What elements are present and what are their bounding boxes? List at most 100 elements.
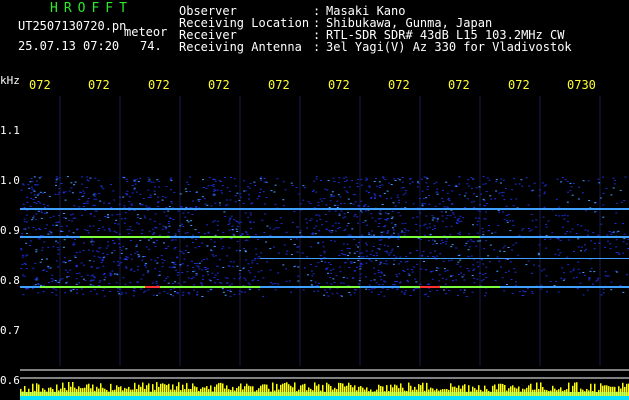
noise-dot: [195, 263, 198, 264]
noise-dot: [473, 193, 476, 195]
noise-dot: [129, 282, 132, 284]
volume-bar: [434, 390, 436, 396]
noise-dot: [259, 178, 262, 180]
noise-dot: [374, 198, 376, 200]
noise-dot: [201, 269, 204, 271]
noise-dot: [274, 283, 277, 285]
noise-dot: [110, 206, 113, 208]
noise-dot: [58, 177, 61, 179]
noise-dot: [523, 291, 526, 293]
volume-bar: [230, 389, 232, 396]
noise-dot: [341, 295, 343, 297]
noise-dot: [383, 226, 386, 228]
noise-dot: [317, 290, 320, 292]
noise-dot: [597, 277, 600, 279]
noise-dot: [273, 246, 275, 248]
volume-bar: [452, 386, 454, 396]
noise-dot: [390, 218, 393, 219]
noise-dot: [55, 224, 58, 226]
volume-bar: [248, 385, 250, 396]
noise-dot: [429, 252, 432, 254]
noise-dot: [26, 254, 29, 256]
volume-bar: [442, 389, 444, 396]
noise-dot: [337, 228, 340, 229]
noise-dot: [133, 187, 136, 189]
noise-dot: [578, 272, 581, 274]
noise-dot: [485, 211, 487, 213]
noise-dot: [315, 176, 318, 178]
noise-dot: [311, 275, 314, 277]
noise-dot: [48, 230, 51, 232]
volume-bar: [78, 386, 80, 396]
noise-dot: [618, 253, 621, 255]
volume-bar: [236, 388, 238, 396]
volume-bar: [458, 385, 460, 396]
noise-dot: [248, 198, 250, 200]
noise-dot: [353, 252, 356, 254]
noise-dot: [44, 206, 46, 208]
volume-bar: [514, 387, 516, 396]
noise-dot: [245, 251, 247, 253]
volume-bar: [394, 384, 396, 396]
noise-dot: [41, 258, 43, 260]
noise-dot: [55, 289, 58, 291]
noise-dot: [64, 269, 67, 271]
noise-dot: [235, 228, 238, 230]
noise-dot: [98, 228, 101, 229]
noise-dot: [92, 204, 95, 206]
noise-dot: [70, 187, 73, 189]
volume-bar: [462, 385, 464, 396]
volume-bar: [608, 386, 610, 396]
noise-dot: [445, 240, 448, 242]
noise-dot: [559, 239, 562, 241]
noise-dot: [140, 278, 143, 280]
noise-dot: [168, 266, 171, 268]
noise-dot: [147, 181, 150, 182]
noise-dot: [118, 213, 121, 215]
noise-dot: [464, 207, 467, 209]
noise-dot: [158, 292, 161, 294]
noise-dot: [191, 214, 194, 215]
volume-bar: [278, 389, 280, 396]
noise-dot: [503, 245, 506, 247]
noise-dot: [302, 199, 305, 201]
noise-dot: [174, 281, 177, 283]
noise-dot: [349, 202, 352, 204]
noise-dot: [399, 215, 402, 217]
noise-dot: [378, 181, 381, 183]
noise-dot: [545, 226, 548, 228]
noise-dot: [153, 193, 156, 195]
noise-dot: [170, 239, 173, 241]
noise-dot: [182, 291, 185, 293]
noise-dot: [477, 266, 480, 268]
noise-dot: [435, 270, 438, 271]
noise-dot: [566, 215, 569, 217]
noise-dot: [256, 198, 259, 200]
noise-dot: [222, 246, 225, 248]
noise-dot: [167, 210, 170, 212]
volume-bar: [38, 384, 40, 396]
noise-dot: [442, 200, 445, 202]
volume-bar: [264, 384, 266, 396]
noise-dot: [421, 204, 424, 206]
freq-tick-label: 0.7: [0, 324, 20, 337]
noise-dot: [604, 246, 607, 248]
noise-dot: [244, 291, 247, 293]
noise-dot: [424, 234, 426, 236]
noise-dot: [99, 257, 102, 259]
noise-dot: [488, 230, 490, 232]
noise-dot: [440, 211, 443, 213]
noise-dot: [125, 248, 128, 250]
noise-dot: [567, 191, 570, 193]
noise-dot: [514, 271, 517, 273]
noise-dot: [316, 285, 319, 287]
filename-label: UT2507130720.pn: [18, 19, 127, 33]
noise-dot: [241, 291, 244, 293]
noise-dot: [613, 183, 616, 185]
noise-dot: [229, 199, 232, 201]
noise-dot: [210, 185, 213, 186]
noise-dot: [99, 280, 102, 282]
noise-dot: [445, 293, 447, 295]
noise-dot: [186, 232, 189, 234]
noise-dot: [560, 277, 563, 279]
